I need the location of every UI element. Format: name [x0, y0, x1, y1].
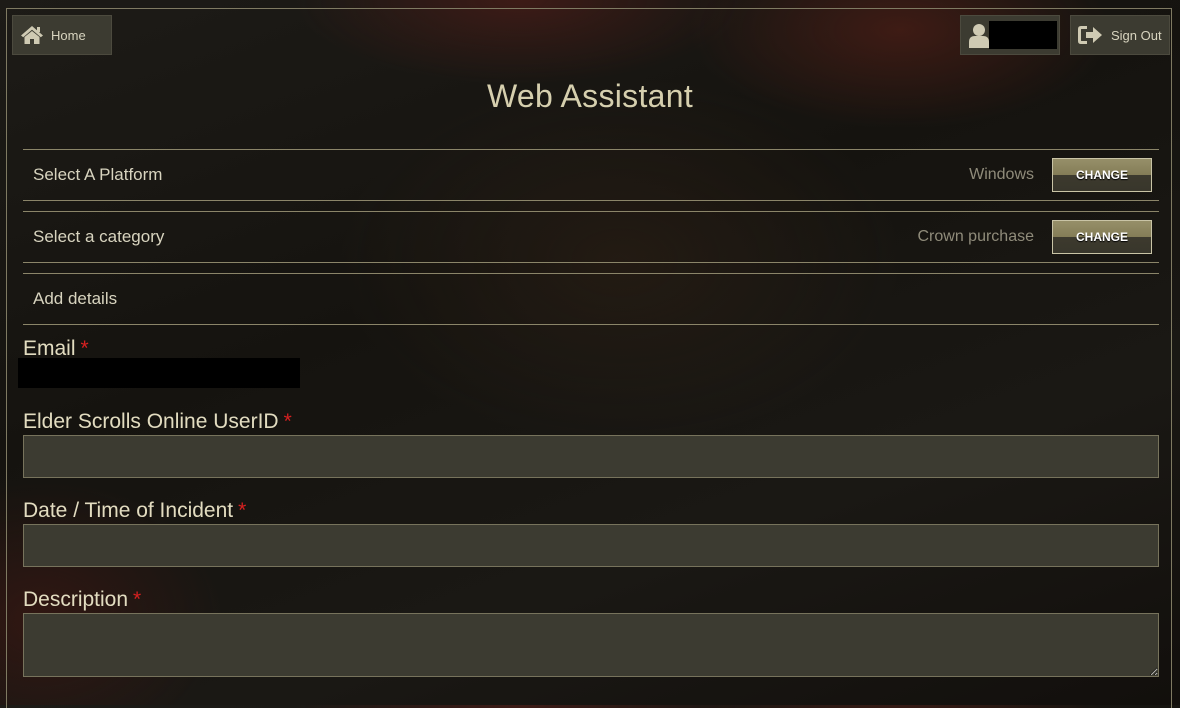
required-marker: * — [283, 410, 292, 433]
change-category-button[interactable]: CHANGE — [1052, 220, 1152, 254]
home-icon — [20, 25, 44, 45]
date-label: Date / Time of Incident * — [23, 499, 246, 523]
date-label-text: Date / Time of Incident — [23, 499, 234, 522]
sign-out-label: Sign Out — [1111, 27, 1162, 43]
userid-label: Elder Scrolls Online UserID * — [23, 410, 292, 434]
user-account-button[interactable] — [960, 15, 1060, 55]
step-details-label: Add details — [33, 289, 118, 308]
userid-label-text: Elder Scrolls Online UserID — [23, 410, 279, 433]
step-details: Add details — [23, 273, 1159, 325]
step-platform-value: Windows — [969, 166, 1034, 183]
step-platform: Select A Platform Windows CHANGE — [23, 149, 1159, 201]
email-label-text: Email — [23, 337, 76, 360]
home-label: Home — [51, 27, 86, 43]
required-marker: * — [238, 499, 247, 522]
sign-out-button[interactable]: Sign Out — [1070, 15, 1170, 55]
change-platform-button[interactable]: CHANGE — [1052, 158, 1152, 192]
home-button[interactable]: Home — [12, 15, 112, 55]
description-textarea[interactable] — [23, 613, 1159, 677]
step-platform-label: Select A Platform — [33, 165, 163, 184]
email-value-redacted — [18, 358, 300, 388]
user-icon — [969, 22, 989, 48]
step-category-label: Select a category — [33, 227, 165, 246]
username-redacted — [989, 21, 1057, 49]
required-marker: * — [80, 337, 89, 360]
description-label: Description * — [23, 588, 141, 612]
page-title: Web Assistant — [486, 78, 694, 114]
step-category: Select a category Crown purchase CHANGE — [23, 211, 1159, 263]
incident-datetime-input[interactable] — [23, 524, 1159, 567]
description-label-text: Description — [23, 588, 129, 611]
required-marker: * — [133, 588, 142, 611]
step-category-value: Crown purchase — [917, 228, 1035, 245]
sign-out-icon — [1077, 24, 1103, 46]
userid-input[interactable] — [23, 435, 1159, 478]
